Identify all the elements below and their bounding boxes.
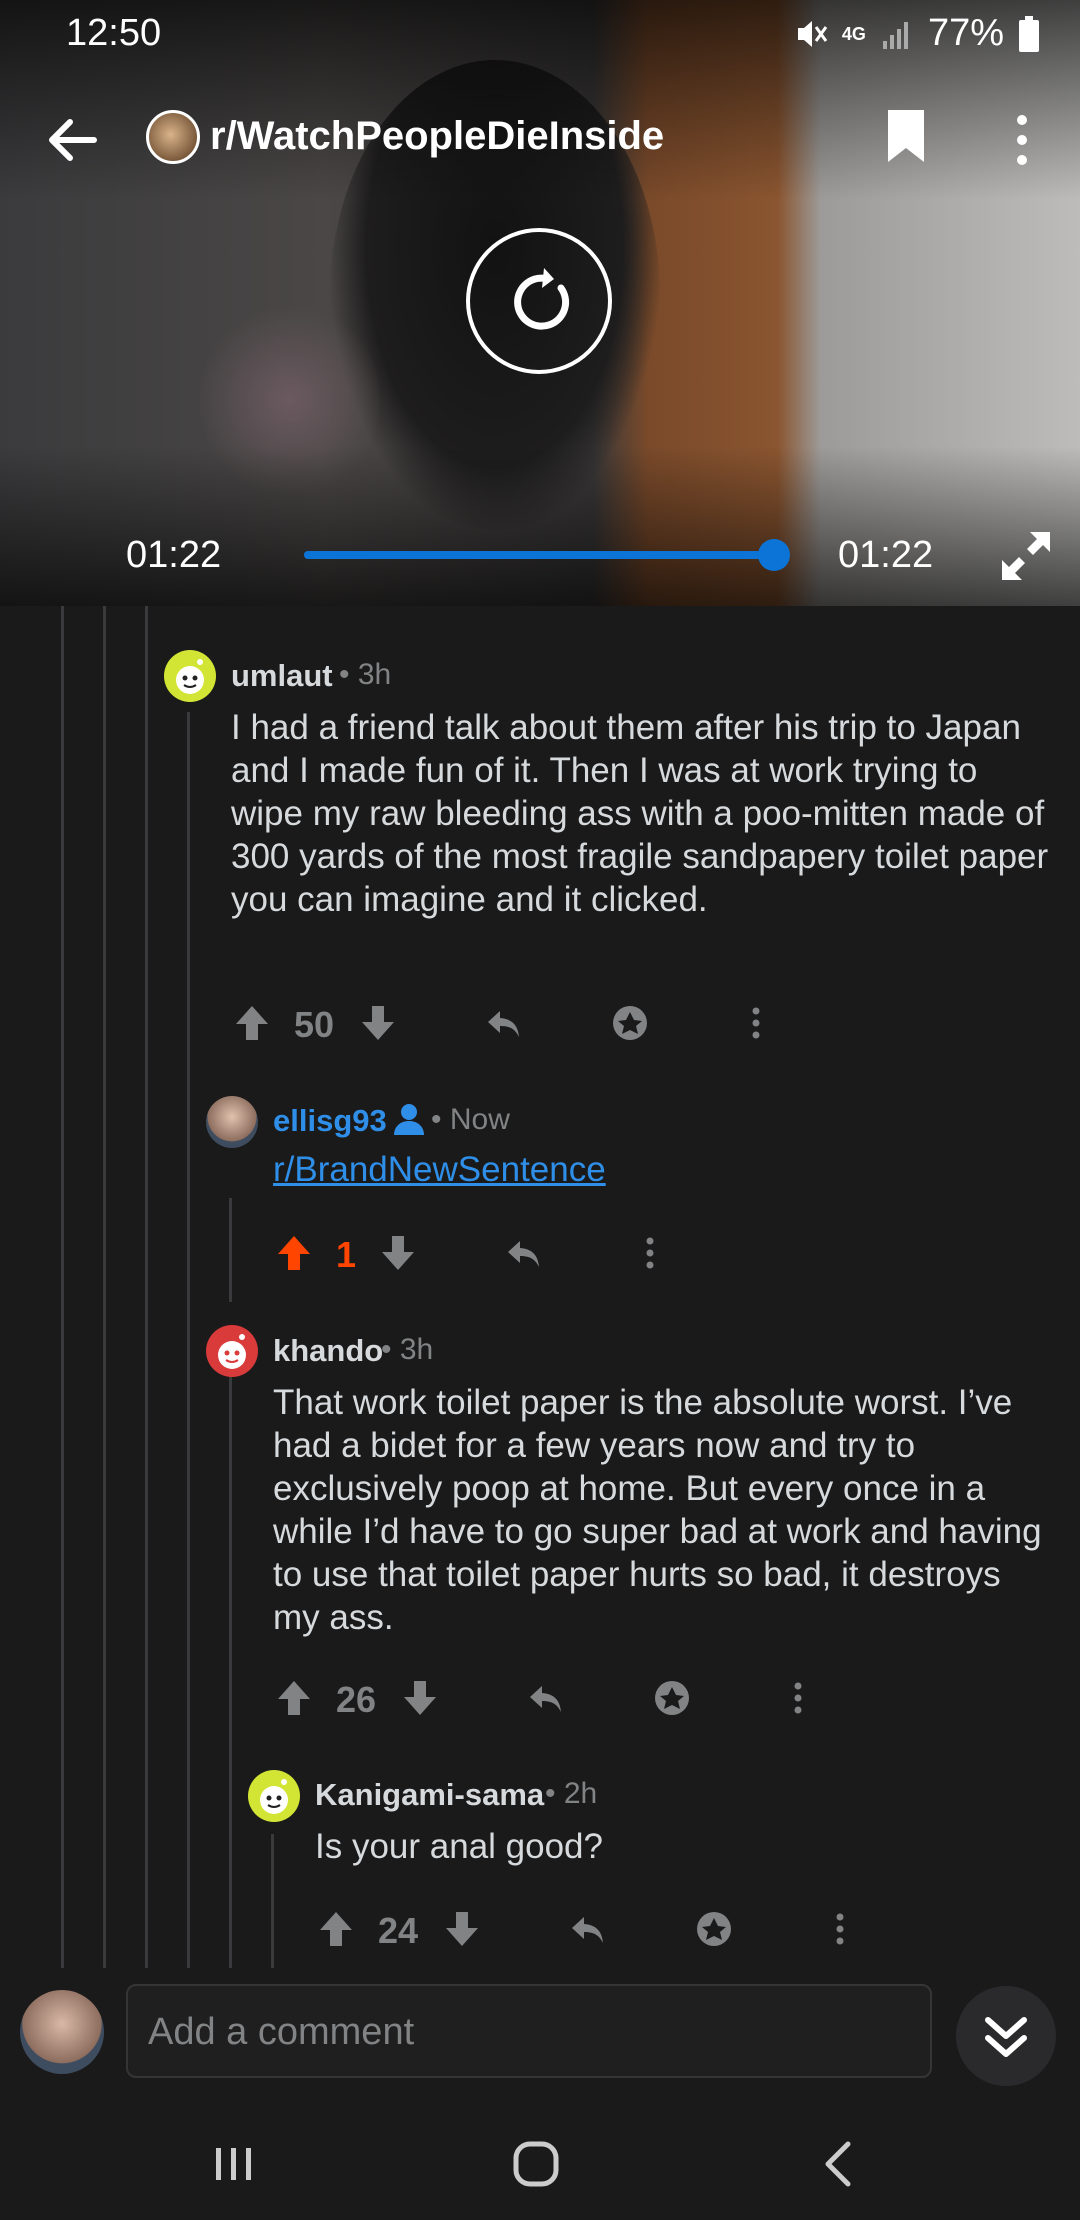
comment-time-value: 2h (563, 1777, 598, 1810)
more-options-icon[interactable] (778, 1678, 818, 1718)
upvote-icon[interactable] (274, 1233, 314, 1273)
subreddit-avatar[interactable] (146, 110, 200, 164)
downvote-icon[interactable] (358, 1003, 398, 1043)
comment-time-value: 3h (399, 1333, 434, 1366)
thread-line[interactable] (187, 712, 190, 1968)
award-icon[interactable] (652, 1678, 692, 1718)
vote-score: 26 (336, 1679, 377, 1720)
video-bottom-shade (0, 446, 1080, 606)
award-icon[interactable] (610, 1003, 650, 1043)
reply-icon[interactable] (504, 1233, 544, 1273)
upvote-icon[interactable] (232, 1003, 272, 1043)
reply-icon[interactable] (526, 1678, 566, 1718)
comment-input[interactable] (146, 1986, 910, 2078)
battery-percent: 77% (927, 12, 1004, 54)
post-header: r/WatchPeopleDieInside (0, 100, 1080, 180)
comment-input-box[interactable] (126, 1984, 932, 2078)
double-chevron-down-icon (985, 2017, 1027, 2057)
username[interactable]: umlaut (231, 658, 333, 694)
downvote-icon[interactable] (442, 1909, 482, 1949)
thread-line[interactable] (229, 1198, 232, 1302)
network-type: 4G (841, 23, 866, 44)
current-user-avatar[interactable] (20, 1990, 104, 2074)
more-options-icon[interactable] (736, 1003, 776, 1043)
more-options-icon[interactable] (820, 1909, 860, 1949)
signal-icon (882, 21, 908, 49)
current-time: 01:22 (126, 534, 222, 576)
seek-progress (304, 551, 774, 559)
total-time: 01:22 (838, 534, 934, 576)
vote-score: 24 (378, 1910, 419, 1951)
comment-time: • 3h (381, 1333, 434, 1366)
status-time: 12:50 (66, 12, 162, 54)
thread-line[interactable] (103, 606, 106, 1968)
fullscreen-icon[interactable] (998, 528, 1054, 584)
comment-body: I had a friend talk about them after his… (231, 708, 1049, 919)
downvote-icon[interactable] (400, 1678, 440, 1718)
upvote-icon[interactable] (274, 1678, 314, 1718)
snoo-avatar-icon (218, 1334, 246, 1369)
snoo-avatar-icon (260, 1779, 288, 1814)
comment-body: Is your anal good? (315, 1827, 603, 1866)
comment-time: • Now (431, 1103, 510, 1136)
vote-score: 50 (294, 1004, 335, 1045)
comment-time: • 2h (545, 1777, 598, 1810)
username[interactable]: Kanigami-sama (315, 1777, 544, 1813)
battery-icon (1019, 15, 1039, 52)
avatar[interactable] (248, 1770, 300, 1822)
back-arrow-icon[interactable] (44, 112, 100, 168)
more-options-icon[interactable] (630, 1233, 670, 1273)
status-icons: 4G 77% (794, 12, 1040, 55)
avatar[interactable] (164, 650, 216, 702)
replay-button[interactable] (466, 228, 612, 374)
vibrate-mute-icon (797, 20, 828, 47)
snoo-avatar-icon (176, 659, 204, 694)
comment-time: • 3h (339, 658, 392, 691)
upvote-icon[interactable] (316, 1909, 356, 1949)
thread-line[interactable] (271, 1834, 274, 1968)
comment-composer (0, 1968, 1080, 2098)
more-vertical-icon[interactable] (1004, 110, 1040, 170)
thread-line[interactable] (61, 606, 64, 1968)
thread-line[interactable] (145, 606, 148, 1968)
username[interactable]: ellisg93 (273, 1103, 387, 1139)
vote-score: 1 (336, 1234, 357, 1275)
collapse-threads-button[interactable] (956, 1986, 1056, 2086)
award-icon[interactable] (694, 1909, 734, 1949)
status-bar: 12:50 4G 77% (0, 0, 1080, 64)
avatar[interactable] (206, 1325, 258, 1377)
downvote-icon[interactable] (378, 1233, 418, 1273)
recent-apps-icon[interactable] (204, 2134, 264, 2194)
subreddit-name[interactable]: r/WatchPeopleDieInside (210, 114, 664, 159)
back-nav-icon[interactable] (810, 2134, 870, 2194)
reply-icon[interactable] (568, 1909, 608, 1949)
system-nav-bar (0, 2098, 1080, 2220)
comment-time-value: Now (449, 1103, 510, 1136)
seek-bar[interactable] (304, 551, 774, 559)
comment-body: That work toilet paper is the absolute w… (273, 1383, 1042, 1637)
avatar[interactable] (206, 1096, 258, 1148)
subreddit-link[interactable]: r/BrandNewSentence (273, 1150, 606, 1190)
video-player[interactable]: 12:50 4G 77% r/WatchPeopleDieInside 01:2… (0, 0, 1080, 606)
bookmark-icon[interactable] (886, 108, 926, 164)
comment-time-value: 3h (357, 658, 392, 691)
user-icon (394, 1104, 424, 1135)
home-icon[interactable] (506, 2134, 566, 2194)
seek-handle[interactable] (758, 539, 790, 571)
thread-line[interactable] (229, 1376, 232, 1968)
replay-icon (514, 268, 570, 330)
username[interactable]: khando (273, 1333, 383, 1369)
reply-icon[interactable] (484, 1003, 524, 1043)
